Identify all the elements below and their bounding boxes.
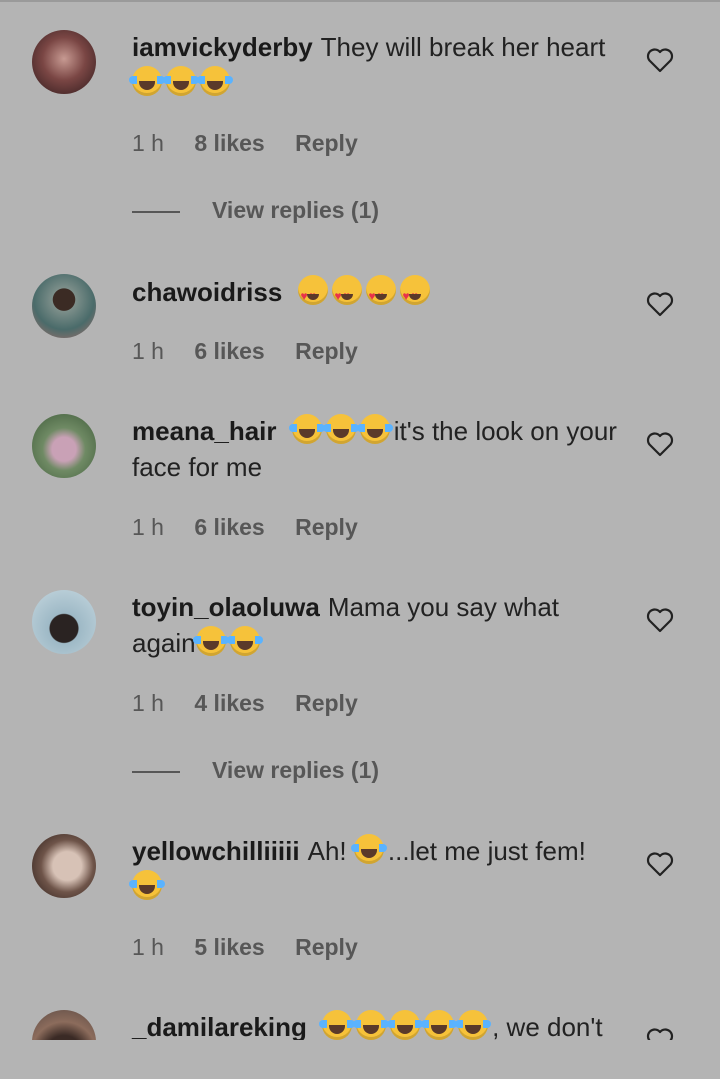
tears-of-joy-emoji-icon: [129, 870, 165, 900]
likes-count[interactable]: 6 likes: [194, 338, 264, 364]
heart-eyes-emoji-icon: [365, 275, 396, 314]
comments-list[interactable]: iamvickyderby They will break her heart 1…: [0, 0, 720, 1040]
avatar[interactable]: [32, 414, 96, 478]
heart-eyes-emoji-icon: [399, 275, 430, 314]
reply-button[interactable]: Reply: [295, 690, 358, 716]
comment-meta: 1 h 5 likes Reply: [132, 934, 382, 961]
comment-time: 1 h: [132, 130, 164, 156]
comment-body: They will break her heart: [320, 32, 606, 62]
reply-button[interactable]: Reply: [295, 130, 358, 156]
comment-time: 1 h: [132, 514, 164, 540]
avatar[interactable]: [32, 590, 96, 654]
comment-text: toyin_olaoluwa Mama you say what again: [132, 589, 622, 661]
view-replies-label: View replies (1): [212, 197, 380, 223]
comment-body: , we don't: [492, 1012, 603, 1040]
comment-meta: 1 h 4 likes Reply: [132, 690, 382, 717]
heart-outline-icon[interactable]: [646, 431, 674, 457]
tears-of-joy-emoji-icon: [353, 1010, 390, 1040]
tears-of-joy-emoji-icon: [129, 66, 165, 96]
tears-of-joy-emoji-icon: [163, 66, 199, 96]
tears-of-joy-emoji-icon: [455, 1010, 492, 1040]
view-replies-label: View replies (1): [212, 757, 380, 783]
comment-username[interactable]: iamvickyderby: [132, 32, 313, 62]
tears-of-joy-emoji-icon: [226, 626, 263, 656]
tears-of-joy-emoji-icon: [356, 414, 393, 444]
heart-outline-icon[interactable]: [646, 607, 674, 633]
comment-time: 1 h: [132, 338, 164, 364]
avatar[interactable]: [32, 1010, 96, 1040]
comment-body-end: ...let me just fem!: [387, 836, 586, 866]
replies-divider: [132, 210, 180, 213]
tears-of-joy-emoji-icon: [387, 1010, 424, 1040]
likes-count[interactable]: 4 likes: [194, 690, 264, 716]
heart-eyes-emoji-icon: [297, 275, 328, 314]
tears-of-joy-emoji-icon: [319, 1010, 356, 1040]
heart-outline-icon[interactable]: [646, 851, 674, 877]
tears-of-joy-emoji-icon: [192, 626, 229, 656]
comment-time: 1 h: [132, 690, 164, 716]
heart-outline-icon[interactable]: [646, 1027, 674, 1040]
comment-username[interactable]: meana_hair: [132, 416, 277, 446]
comment-username[interactable]: chawoidriss: [132, 277, 282, 307]
comment-meta: 1 h 6 likes Reply: [132, 514, 382, 541]
comment-body-start: Ah!: [307, 836, 347, 866]
reply-button[interactable]: Reply: [295, 934, 358, 960]
comment-meta: 1 h 8 likes Reply: [132, 130, 382, 157]
heart-outline-icon[interactable]: [646, 47, 674, 73]
tears-of-joy-emoji-icon: [322, 414, 359, 444]
view-replies-button[interactable]: View replies (1): [132, 757, 379, 784]
likes-count[interactable]: 8 likes: [194, 130, 264, 156]
comment-text: meana_hair it's the look on your face fo…: [132, 413, 622, 485]
comment-text: chawoidriss: [132, 274, 622, 314]
avatar[interactable]: [32, 274, 96, 338]
comment-meta: 1 h 6 likes Reply: [132, 338, 382, 365]
comment-username[interactable]: yellowchilliiiii: [132, 836, 300, 866]
comment-username[interactable]: toyin_olaoluwa: [132, 592, 320, 622]
tears-of-joy-emoji-icon: [197, 66, 233, 96]
comment-text: yellowchilliiiii Ah! ...let me just fem!: [129, 833, 622, 905]
comment-username[interactable]: _damilareking: [132, 1012, 307, 1040]
avatar[interactable]: [32, 30, 96, 94]
tears-of-joy-emoji-icon: [288, 414, 325, 444]
tears-of-joy-emoji-icon: [350, 834, 387, 864]
comment-time: 1 h: [132, 934, 164, 960]
view-replies-button[interactable]: View replies (1): [132, 197, 379, 224]
tears-of-joy-emoji-icon: [421, 1010, 458, 1040]
avatar[interactable]: [32, 834, 96, 898]
likes-count[interactable]: 6 likes: [194, 514, 264, 540]
likes-count[interactable]: 5 likes: [194, 934, 264, 960]
comment-text: iamvickyderby They will break her heart: [129, 29, 622, 101]
replies-divider: [132, 770, 180, 773]
comment-text: _damilareking , we don't: [132, 1009, 632, 1040]
heart-eyes-emoji-icon: [331, 275, 362, 314]
heart-outline-icon[interactable]: [646, 291, 674, 317]
reply-button[interactable]: Reply: [295, 514, 358, 540]
reply-button[interactable]: Reply: [295, 338, 358, 364]
